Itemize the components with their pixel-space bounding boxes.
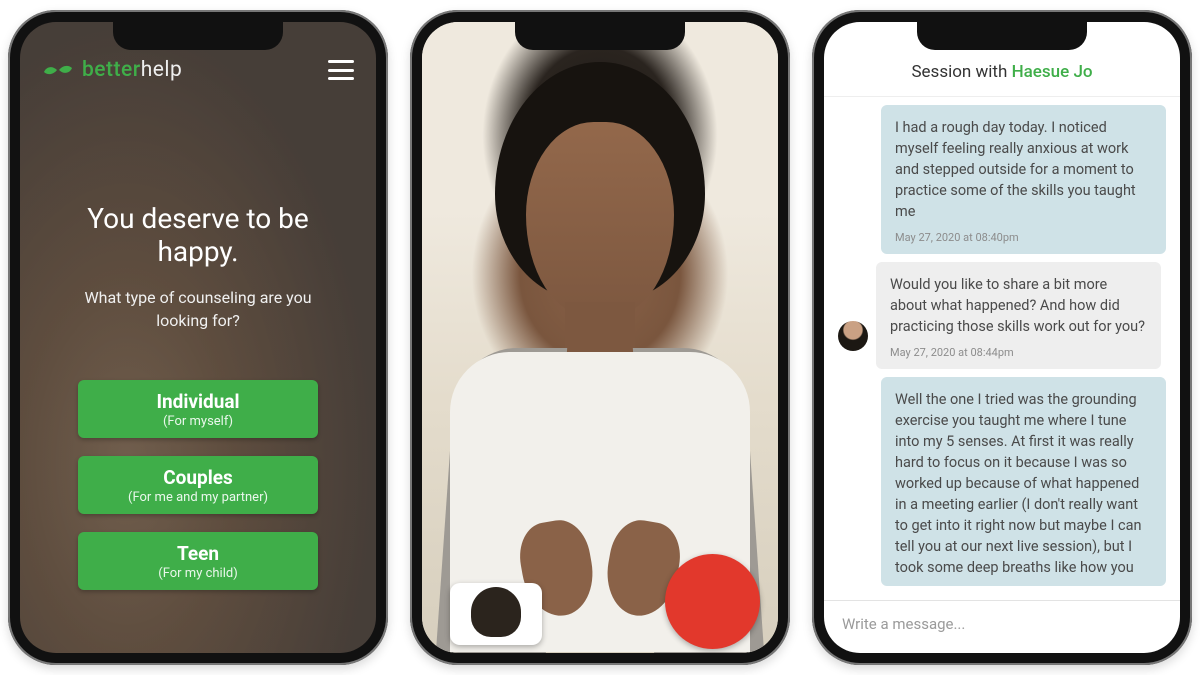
self-view-thumbnail[interactable] — [450, 583, 542, 645]
message-row-therapist: Would you like to share a bit more about… — [838, 262, 1166, 369]
option-title: Teen — [92, 542, 304, 565]
message-row-client: Well the one I tried was the grounding e… — [838, 377, 1166, 586]
therapist-video-feed — [450, 62, 750, 622]
message-text: Would you like to share a bit more about… — [890, 274, 1147, 337]
phone-notch — [113, 22, 283, 50]
message-bubble: Would you like to share a bit more about… — [876, 262, 1161, 369]
video-call-screen — [422, 22, 778, 653]
option-title: Couples — [92, 466, 304, 489]
option-subtitle: (For me and my partner) — [92, 490, 304, 505]
option-couples-button[interactable]: Couples (For me and my partner) — [78, 456, 318, 514]
option-individual-button[interactable]: Individual (For myself) — [78, 380, 318, 438]
brand-wordmark: betterhelp — [82, 58, 182, 82]
phone-frame-onboarding: betterhelp You deserve to be happy. What… — [8, 10, 388, 665]
chat-header-prefix: Session with — [911, 62, 1011, 82]
message-timestamp: May 27, 2020 at 08:40pm — [895, 230, 1152, 246]
phone-notch — [917, 22, 1087, 50]
phone-frame-video — [410, 10, 790, 665]
phone-frame-chat: Session with Haesue Jo I had a rough day… — [812, 10, 1192, 665]
message-row-client: I had a rough day today. I noticed mysel… — [838, 105, 1166, 254]
phone-notch — [515, 22, 685, 50]
option-subtitle: (For my child) — [92, 566, 304, 581]
hero-section: You deserve to be happy. What type of co… — [20, 92, 376, 653]
onboarding-screen: betterhelp You deserve to be happy. What… — [20, 22, 376, 653]
message-text: I had a rough day today. I noticed mysel… — [895, 117, 1152, 222]
page-subhead: What type of counseling are you looking … — [68, 286, 328, 332]
brand-hands-icon — [42, 60, 74, 80]
message-text: Well the one I tried was the grounding e… — [895, 389, 1152, 578]
message-bubble: Well the one I tried was the grounding e… — [881, 377, 1166, 586]
chat-screen: Session with Haesue Jo I had a rough day… — [824, 22, 1180, 653]
page-headline: You deserve to be happy. — [48, 202, 348, 268]
option-subtitle: (For myself) — [92, 414, 304, 429]
menu-icon[interactable] — [328, 60, 354, 80]
compose-placeholder: Write a message... — [842, 615, 965, 633]
therapist-name[interactable]: Haesue Jo — [1012, 62, 1093, 82]
therapist-avatar[interactable] — [838, 321, 868, 351]
message-bubble: I had a rough day today. I noticed mysel… — [881, 105, 1166, 254]
compose-input[interactable]: Write a message... — [824, 600, 1180, 653]
message-list[interactable]: I had a rough day today. I noticed mysel… — [824, 97, 1180, 600]
option-teen-button[interactable]: Teen (For my child) — [78, 532, 318, 590]
option-title: Individual — [92, 390, 304, 413]
end-call-button[interactable] — [665, 554, 760, 649]
brand-logo[interactable]: betterhelp — [42, 58, 182, 82]
message-timestamp: May 27, 2020 at 08:44pm — [890, 345, 1147, 361]
